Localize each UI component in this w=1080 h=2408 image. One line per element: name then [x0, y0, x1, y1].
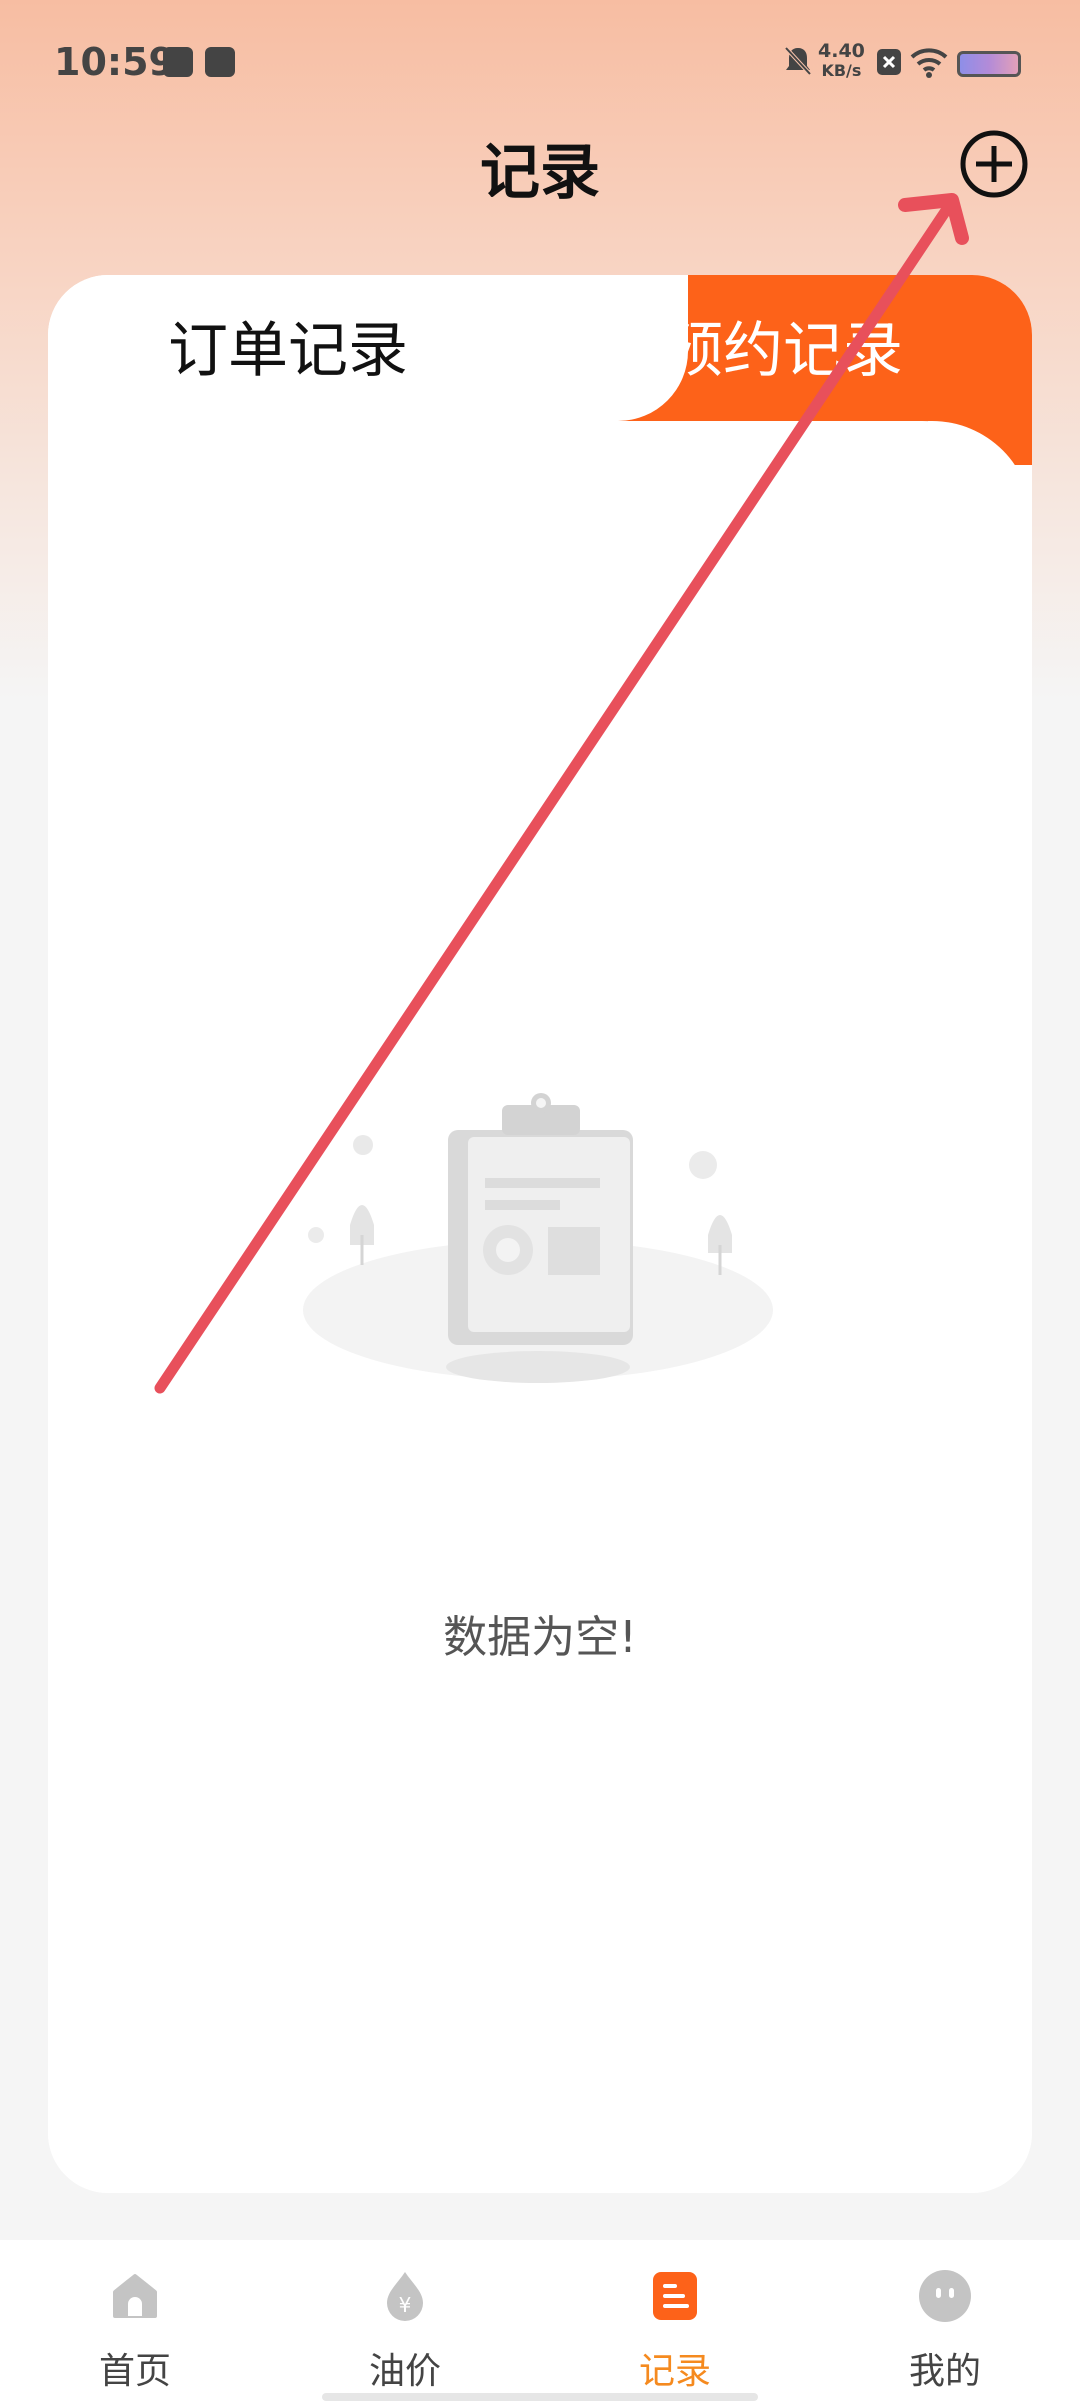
home-icon	[113, 2274, 157, 2318]
sim-disabled-icon	[877, 49, 901, 75]
nav-item-home[interactable]: 首页	[35, 2268, 235, 2394]
nav-item-records[interactable]: 记录	[575, 2268, 775, 2394]
plus-circle-icon[interactable]	[958, 128, 1030, 200]
status-bar: 10:59 4.40 KB/s	[0, 0, 1080, 128]
nav-item-oil-price[interactable]: ¥ 油价	[305, 2268, 505, 2394]
nav-label-records: 记录	[638, 2351, 711, 2392]
record-list-icon	[653, 2272, 697, 2320]
oil-drop-yen-icon: ¥	[387, 2272, 423, 2321]
tab-order-records-label[interactable]: 订单记录	[168, 311, 408, 391]
bottom-navigation: 首页 ¥ 油价 记录 我的	[0, 2240, 1080, 2408]
records-card: 数据为空! 订单记录 预约记录	[48, 275, 1032, 2193]
svg-text:¥: ¥	[399, 2293, 412, 2317]
shopping-bag-notification-icon	[205, 47, 235, 77]
network-speed: 4.40 KB/s	[818, 40, 865, 81]
bell-muted-icon	[784, 46, 812, 76]
archive-notification-icon	[163, 47, 193, 77]
empty-state-message: 数据为空!	[443, 1612, 637, 1663]
clipboard-empty-icon	[303, 1093, 773, 1383]
profile-face-icon	[919, 2270, 971, 2322]
nav-item-mine[interactable]: 我的	[845, 2268, 1045, 2394]
nav-label-mine: 我的	[908, 2351, 981, 2392]
battery-icon	[957, 51, 1021, 77]
tab-appointment-records-label[interactable]: 预约记录	[663, 311, 903, 391]
network-speed-unit: KB/s	[821, 61, 862, 80]
home-indicator[interactable]	[322, 2393, 758, 2401]
status-time: 10:59	[54, 40, 175, 84]
nav-label-home: 首页	[98, 2351, 171, 2392]
nav-label-oil-price: 油价	[368, 2351, 441, 2392]
page-title: 记录	[480, 138, 600, 208]
wifi-icon	[910, 48, 948, 78]
network-speed-value: 4.40	[818, 40, 865, 62]
records-content: 数据为空!	[48, 421, 1032, 2193]
